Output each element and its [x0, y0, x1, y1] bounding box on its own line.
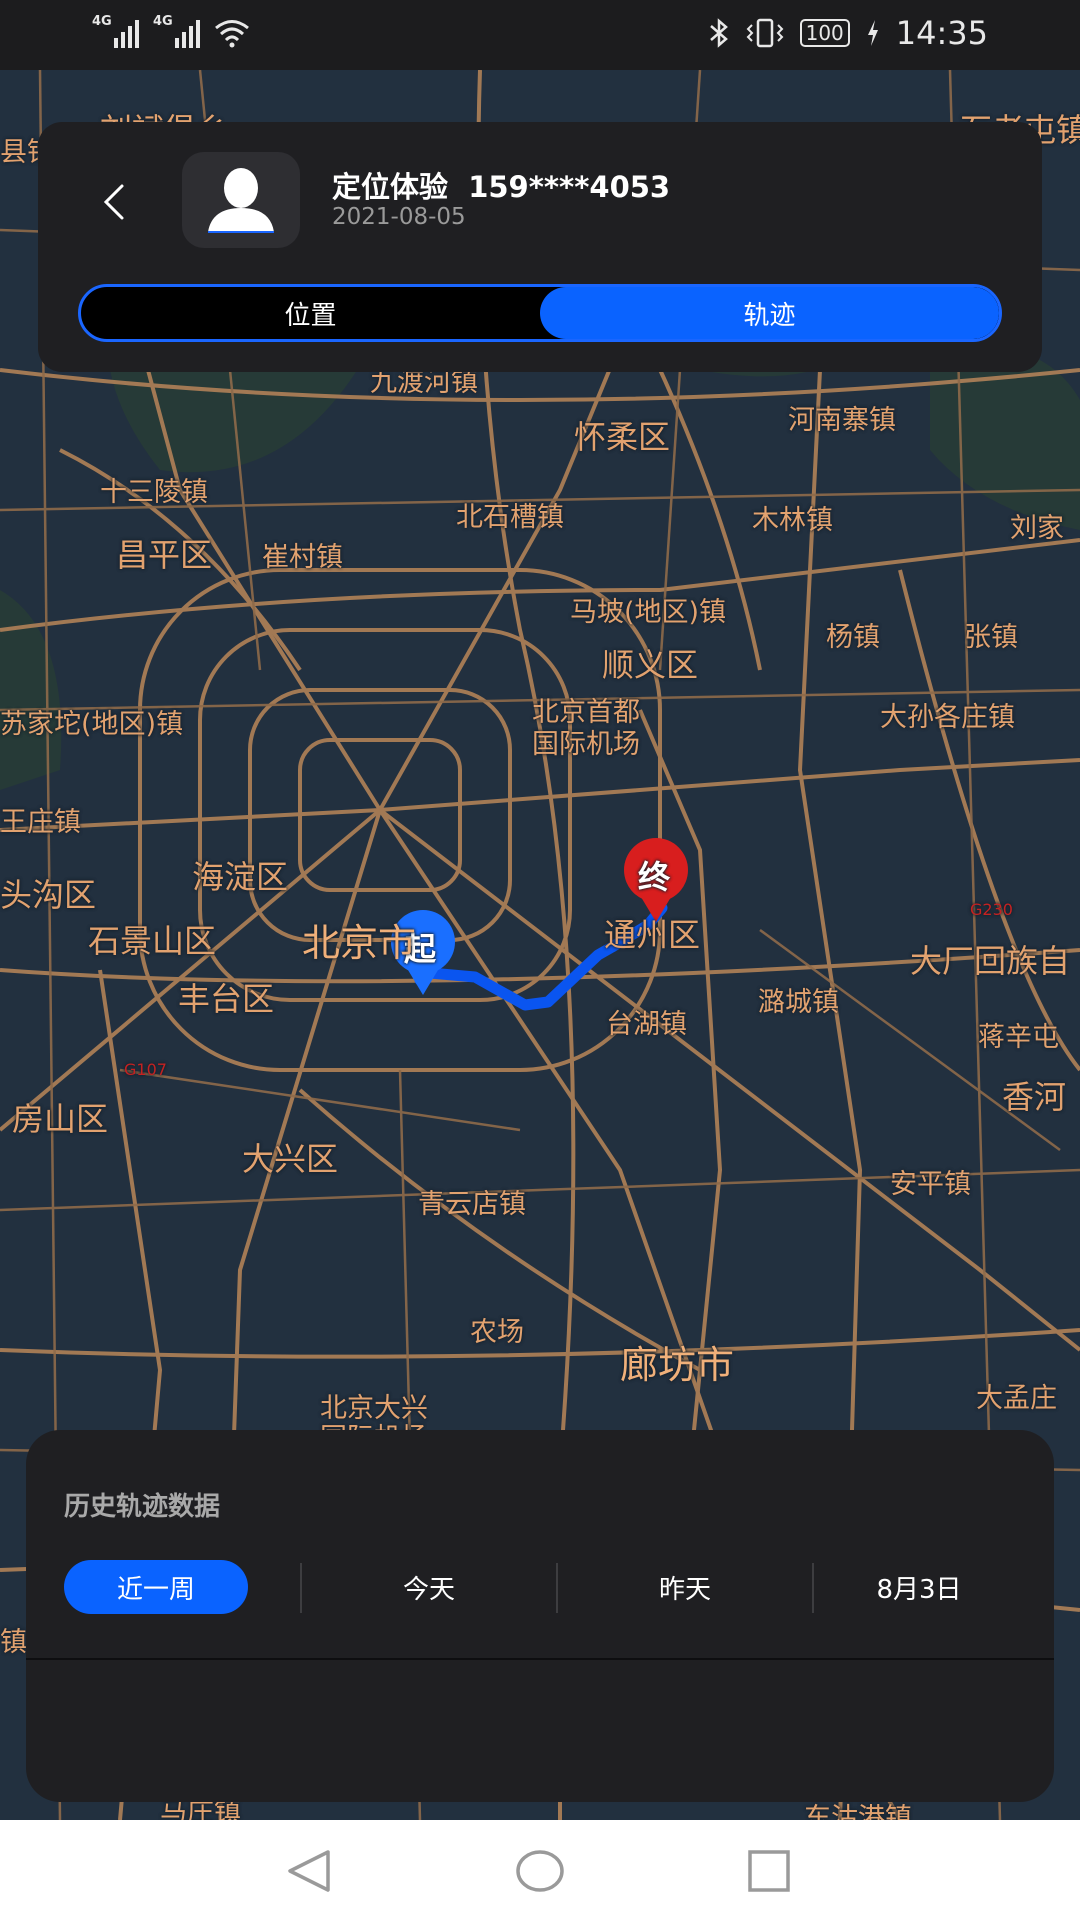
map-label: 农场 — [470, 1317, 524, 1348]
wifi-icon — [215, 20, 249, 48]
back-nav-icon[interactable] — [284, 1848, 334, 1894]
tab-location[interactable]: 位置 — [81, 287, 540, 339]
map-label: 马坡(地区)镇 — [570, 597, 727, 628]
charging-icon — [867, 20, 878, 46]
map-label: 大孟庄 — [976, 1383, 1057, 1414]
network-type-label-2: 4G — [153, 14, 173, 29]
map-label: 木林镇 — [752, 505, 833, 536]
road-code-g107: G107 — [124, 1060, 167, 1079]
map-label: 通州区 — [604, 916, 701, 954]
map-label: 大厂回族自 — [910, 942, 1071, 980]
filter-aug-3[interactable]: 8月3日 — [814, 1560, 1024, 1614]
back-arrow-icon[interactable] — [96, 182, 136, 222]
avatar — [182, 152, 300, 248]
map-label: 潞城镇 — [758, 987, 839, 1018]
map-label: 刘家 — [1010, 513, 1064, 544]
map-label: 怀柔区 — [574, 418, 671, 456]
map-label: 石景山区 — [88, 922, 217, 960]
home-nav-icon[interactable] — [514, 1848, 566, 1894]
date-filter-bar: 近一周 今天 昨天 8月3日 — [64, 1560, 1024, 1614]
vibrate-icon — [746, 18, 784, 48]
filter-yesterday[interactable]: 昨天 — [558, 1560, 812, 1614]
filter-last-week[interactable]: 近一周 — [64, 1560, 248, 1614]
map-label: 镇 — [0, 1627, 27, 1658]
map-label: 青云店镇 — [418, 1189, 526, 1220]
map-label: 国际机场 — [532, 729, 640, 760]
clock-time: 14:35 — [895, 14, 988, 52]
recents-nav-icon[interactable] — [746, 1848, 792, 1894]
map-label: 安平镇 — [890, 1169, 971, 1200]
map-label: 河南寨镇 — [788, 405, 896, 436]
map-label: 大兴区 — [242, 1140, 339, 1178]
map-label: 顺义区 — [602, 646, 699, 684]
battery-icon: 100 — [799, 19, 850, 47]
network-type-label: 4G — [92, 14, 112, 29]
map-label: 台湖镇 — [606, 1009, 687, 1040]
panel-divider — [26, 1658, 1054, 1660]
map-label: 头沟区 — [0, 876, 97, 914]
map-label: 房山区 — [12, 1100, 109, 1138]
history-panel: 历史轨迹数据 近一周 今天 昨天 8月3日 — [26, 1430, 1054, 1802]
cellular-signal-icon-2: 4G — [153, 14, 200, 48]
user-avatar-icon — [208, 168, 274, 233]
map-label: 海淀区 — [192, 858, 289, 896]
map-label: 昌平区 — [116, 536, 213, 574]
road-code-g230: G230 — [970, 900, 1013, 919]
map-label: 杨镇 — [826, 622, 880, 653]
system-nav-bar — [0, 1820, 1080, 1920]
map-label: 张镇 — [964, 622, 1018, 653]
map-label: 王庄镇 — [0, 807, 81, 838]
map-label: 丰台区 — [178, 980, 275, 1018]
map-label: 廊坊市 — [620, 1343, 735, 1387]
status-bar: 4G 4G 100 14:35 — [0, 0, 1080, 70]
bluetooth-icon — [709, 18, 728, 48]
cellular-signal-icon: 4G — [92, 14, 139, 48]
map-label: 蒋辛屯 — [978, 1022, 1059, 1053]
divider — [300, 1563, 302, 1613]
tab-track[interactable]: 轨迹 — [540, 287, 999, 339]
map-label: 北石槽镇 — [456, 502, 564, 533]
device-header-card: 定位体验 159****4053 2021-08-05 位置 轨迹 — [38, 122, 1042, 372]
end-marker-label: 终 — [638, 858, 671, 896]
map-label: 崔村镇 — [262, 542, 343, 573]
map-label: 香河 — [1002, 1078, 1067, 1116]
history-title: 历史轨迹数据 — [64, 1492, 221, 1522]
view-toggle: 位置 轨迹 — [78, 284, 1002, 342]
device-date: 2021-08-05 — [332, 204, 466, 230]
device-name: 定位体验 159****4053 — [332, 170, 671, 204]
map-label: 苏家坨(地区)镇 — [0, 709, 184, 740]
map-label: 北京市 — [302, 921, 417, 965]
map-label: 大孙各庄镇 — [880, 702, 1015, 733]
filter-today[interactable]: 今天 — [304, 1560, 554, 1614]
map-label: 十三陵镇 — [100, 477, 208, 508]
